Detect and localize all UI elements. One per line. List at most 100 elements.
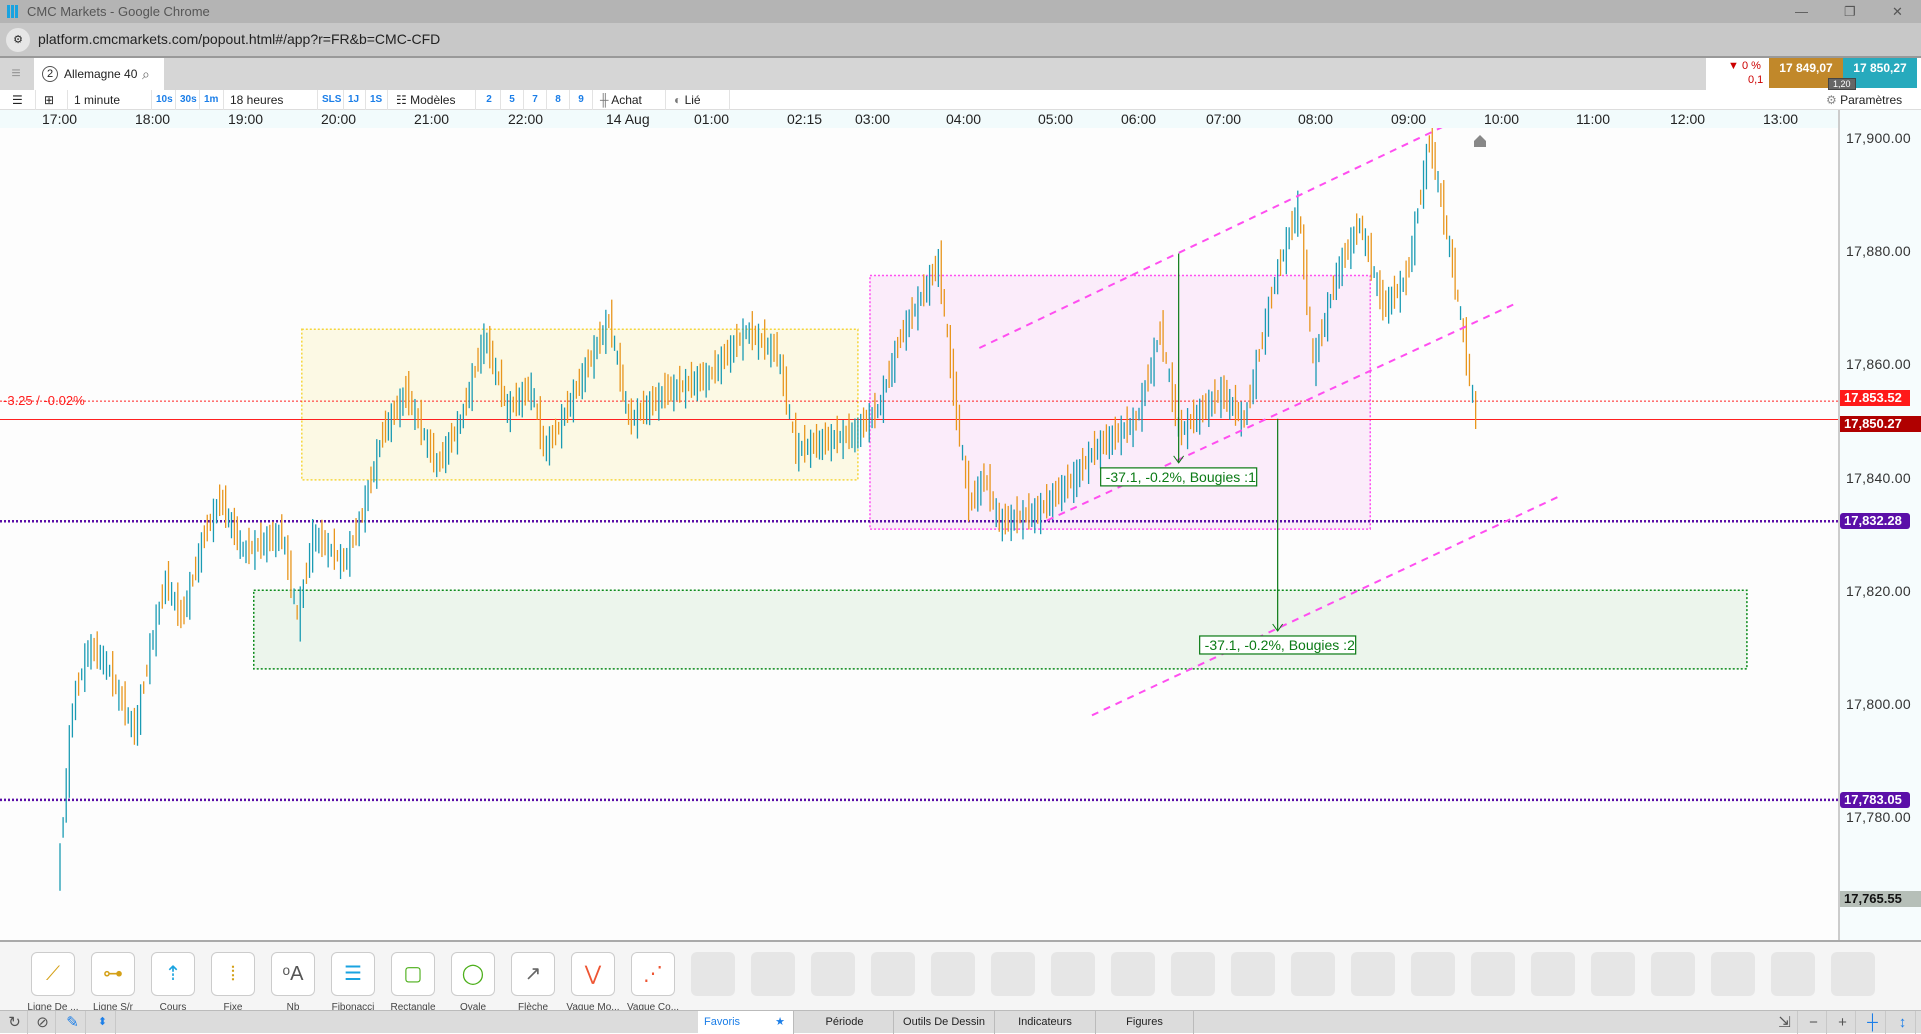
empty-tool-slot[interactable] xyxy=(1051,952,1095,996)
tab-indicateurs[interactable]: Indicateurs xyxy=(995,1011,1096,1034)
drawing-tool-icon: ↗ xyxy=(524,963,542,985)
interval-1m[interactable]: 1m xyxy=(200,90,224,110)
drawing-tool-button[interactable]: ⟋ xyxy=(31,952,75,996)
empty-tool-slot[interactable] xyxy=(1711,952,1755,996)
empty-tool-slot[interactable] xyxy=(1591,952,1635,996)
empty-tool-slot[interactable] xyxy=(1651,952,1695,996)
time-tick: 14 Aug xyxy=(606,111,650,127)
interval-30s[interactable]: 30s xyxy=(176,90,200,110)
price-chart[interactable]: -3.25 / -0.02% -37.1, -0.2%, Bougies :1 -3… xyxy=(0,128,1838,940)
price-tick: 17,880.00 xyxy=(1846,243,1911,260)
instrument-name: Allemagne 40 xyxy=(64,67,138,81)
drawing-tool-button[interactable]: ☰ xyxy=(331,952,375,996)
change-abs: 0,1 xyxy=(1748,74,1764,86)
templates-button[interactable]: ☷ Modèles xyxy=(392,90,476,110)
search-icon[interactable]: ⌕ xyxy=(142,58,150,90)
empty-tool-slot[interactable] xyxy=(1171,952,1215,996)
refresh-icon[interactable]: ↻ xyxy=(2,1011,28,1034)
tab-favoris-label: Favoris xyxy=(704,1016,741,1028)
time-tick: 19:00 xyxy=(228,111,264,127)
time-tick: 17:00 xyxy=(42,111,78,127)
rectangle-drawing xyxy=(253,589,1748,670)
drawing-tool-button[interactable]: ⦙ xyxy=(211,952,255,996)
drawing-tool-button[interactable]: ◯ xyxy=(451,952,495,996)
close-button[interactable]: ✕ xyxy=(1892,0,1903,23)
empty-tool-slot[interactable] xyxy=(1351,952,1395,996)
preset-9[interactable]: 9 xyxy=(570,90,593,110)
tab-favoris[interactable]: Favoris ★ xyxy=(698,1011,794,1034)
empty-tool-slot[interactable] xyxy=(1771,952,1815,996)
range-select[interactable]: 18 heures xyxy=(226,90,318,110)
empty-tool-slot[interactable] xyxy=(691,952,735,996)
restore-button[interactable]: ❐ xyxy=(1844,0,1856,23)
drawing-tool-button[interactable]: ⊶ xyxy=(91,952,135,996)
instrument-tab[interactable]: 2 Allemagne 40 ⌕ xyxy=(34,58,164,90)
vertical-scale-icon[interactable]: ↕ xyxy=(1890,1011,1916,1034)
empty-tool-slot[interactable] xyxy=(1471,952,1515,996)
buy-price: 17 850,27 xyxy=(1853,61,1907,75)
empty-tool-slot[interactable] xyxy=(1411,952,1455,996)
low-price-tag: 17,765.55 xyxy=(1840,890,1921,907)
drawing-tool-button[interactable]: ⋁ xyxy=(571,952,615,996)
preset-7[interactable]: 7 xyxy=(524,90,547,110)
url-text[interactable]: platform.cmcmarkets.com/popout.html#/app… xyxy=(38,23,440,56)
fit-icon[interactable]: ⇲ xyxy=(1772,1011,1798,1034)
drawing-tool-icon: ᵒA xyxy=(282,963,304,985)
layout-icon[interactable]: ⊞ xyxy=(40,90,68,110)
empty-tool-slot[interactable] xyxy=(1111,952,1155,996)
empty-tool-slot[interactable] xyxy=(1231,952,1275,996)
empty-tool-slot[interactable] xyxy=(1291,952,1335,996)
zoom-in-icon[interactable]: + xyxy=(1830,1011,1856,1034)
zoom-out-icon[interactable]: − xyxy=(1801,1011,1827,1034)
time-tick: 06:00 xyxy=(1121,111,1157,127)
time-tick: 12:00 xyxy=(1670,111,1706,127)
minimize-button[interactable]: — xyxy=(1795,0,1808,23)
empty-tool-slot[interactable] xyxy=(1531,952,1575,996)
site-settings-icon[interactable]: ⚙ xyxy=(6,28,30,52)
preset-2[interactable]: 2 xyxy=(478,90,501,110)
star-icon: ★ xyxy=(775,1016,785,1028)
drawing-tool-button[interactable]: ▢ xyxy=(391,952,435,996)
quote-panel: ▼ 0 % 0,1 17 849,07 17 850,27 1,20 xyxy=(1706,58,1921,90)
chart-toolbar: ☰ ⊞ 1 minute 10s 30s 1m 18 heures SLS 1J… xyxy=(0,90,1921,110)
interval-10s[interactable]: 10s xyxy=(152,90,176,110)
bottom-bar: ↻ ⊘ ✎ ⬍ Favoris ★ Période Outils De Dessi… xyxy=(0,1010,1921,1034)
drawing-tool-icon: ⇡ xyxy=(164,963,182,985)
period-1j[interactable]: 1J xyxy=(344,90,366,110)
settings-button[interactable]: ⚙ Paramètres xyxy=(1826,90,1902,110)
crosshair-icon[interactable]: ┼ xyxy=(1860,1011,1886,1034)
period-1s[interactable]: 1S xyxy=(366,90,388,110)
interval-select[interactable]: 1 minute xyxy=(70,90,152,110)
empty-tool-slot[interactable] xyxy=(751,952,795,996)
pencil-icon[interactable]: ✎ xyxy=(60,1011,86,1034)
drawing-tool-button[interactable]: ⋰ xyxy=(631,952,675,996)
empty-tool-slot[interactable] xyxy=(811,952,855,996)
preset-8[interactable]: 8 xyxy=(547,90,570,110)
drawing-tool-button[interactable]: ᵒA xyxy=(271,952,315,996)
empty-tool-slot[interactable] xyxy=(1831,952,1875,996)
menu-icon[interactable]: ≡ xyxy=(0,58,32,90)
tab-periode[interactable]: Période xyxy=(796,1011,894,1034)
list-icon[interactable]: ☰ xyxy=(8,90,36,110)
period-sls[interactable]: SLS xyxy=(318,90,344,110)
tab-outils-de-dessin[interactable]: Outils De Dessin xyxy=(894,1011,995,1034)
drawing-tool-button[interactable]: ↗ xyxy=(511,952,555,996)
time-tick: 18:00 xyxy=(135,111,171,127)
drawing-tool-button[interactable]: ⇡ xyxy=(151,952,195,996)
time-tick: 05:00 xyxy=(1038,111,1074,127)
drawing-tool-icon: ⦙ xyxy=(230,963,236,985)
empty-tool-slot[interactable] xyxy=(931,952,975,996)
empty-tool-slot[interactable] xyxy=(871,952,915,996)
address-bar[interactable]: ⚙ platform.cmcmarkets.com/popout.html#/a… xyxy=(0,23,1921,56)
buy-chart-button[interactable]: ╫ Achat xyxy=(596,90,666,110)
change-pct: ▼ 0 % xyxy=(1728,60,1761,72)
clear-icon[interactable]: ⊘ xyxy=(30,1011,56,1034)
price-tick: 17,800.00 xyxy=(1846,696,1911,712)
preset-5[interactable]: 5 xyxy=(501,90,524,110)
price-axis[interactable]: 17,900.00 17,880.00 17,860.00 17,840.00 17,8… xyxy=(1838,110,1921,940)
change-pct-value: 0 % xyxy=(1741,60,1761,72)
tab-figures[interactable]: Figures xyxy=(1096,1011,1194,1034)
sort-icon[interactable]: ⬍ xyxy=(90,1011,116,1034)
linked-button[interactable]: ◐ Lié xyxy=(670,90,730,110)
empty-tool-slot[interactable] xyxy=(991,952,1035,996)
